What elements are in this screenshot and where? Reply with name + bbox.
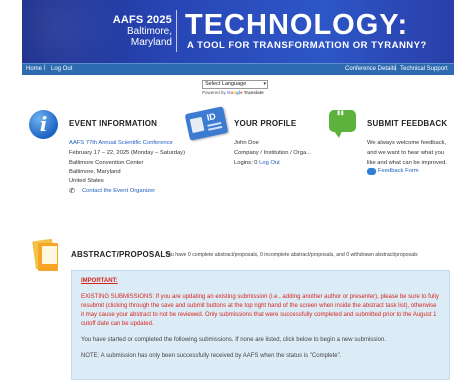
info-icon: i [29, 110, 58, 139]
quote-mark: " [336, 108, 345, 128]
nav-conference-details-link[interactable]: Conference Details [345, 66, 396, 72]
profile-title: YOUR PROFILE [234, 119, 297, 128]
important-heading: IMPORTANT: [81, 278, 118, 284]
banner-title: TECHNOLOGY: [185, 9, 409, 41]
chevron-down-icon: ▾ [263, 81, 266, 87]
banner-divider [176, 10, 177, 52]
language-select-value: Select Language [205, 81, 247, 87]
phone-icon: ✆ [69, 188, 75, 195]
profile-organization: Company / Institution / Orga... [234, 150, 312, 156]
banner-event-info: AAFS 2025 Baltimore, Maryland [82, 14, 172, 48]
feedback-line2: and we want to hear what you [367, 150, 445, 156]
translate-link[interactable]: Translate [244, 90, 264, 95]
id-card-icon: ID [184, 106, 229, 141]
google-logo-icon: Google [227, 90, 243, 95]
banner-city-line1: Baltimore, [126, 26, 172, 37]
contact-organizer-link[interactable]: Contact the Event Organizer [82, 187, 155, 197]
nav-logout-link[interactable]: Log Out [51, 66, 72, 72]
conference-banner: AAFS 2025 Baltimore, Maryland TECHNOLOGY… [22, 0, 454, 63]
event-info-title: EVENT INFORMATION [69, 119, 158, 128]
banner-subtitle: A TOOL FOR TRANSFORMATION OR TYRANNY? [187, 40, 427, 51]
nav-separator: | [395, 65, 397, 71]
id-card-label: ID [205, 111, 217, 123]
id-line [208, 125, 223, 131]
profile-logout-link[interactable]: Log Out [259, 160, 280, 166]
started-submissions-text: You have started or completed the follow… [81, 337, 386, 343]
banner-city-line2: Maryland [130, 37, 172, 48]
nav-separator: | [44, 65, 46, 71]
nav-technical-support-link[interactable]: Technical Support [400, 66, 448, 72]
existing-submissions-text: EXISTING SUBMISSIONS: If you are updatin… [81, 294, 439, 327]
id-photo [189, 116, 205, 134]
profile-name: John Doe [234, 140, 259, 146]
profile-logins-count: Logins: 0 [234, 160, 258, 166]
feedback-form-link[interactable]: Feedback Form [378, 167, 419, 177]
event-country: United States [69, 178, 104, 184]
google-translate-credit: Powered by Google Translate [202, 90, 264, 95]
profile-logins: Logins: 0 Log Out [234, 159, 280, 169]
submission-notice: IMPORTANT: EXISTING SUBMISSIONS: If you … [71, 270, 450, 380]
top-nav: Home | Log Out Conference Details | Tech… [22, 63, 454, 75]
chat-icon [367, 168, 376, 175]
nav-home-link[interactable]: Home [26, 66, 42, 72]
banner-year: AAFS 2025 [112, 14, 172, 26]
documents-folder-icon [30, 238, 60, 272]
feedback-line1: We always welcome feedback, [367, 140, 447, 146]
powered-by-label: Powered by [202, 90, 226, 95]
language-select[interactable]: Select Language ▾ [202, 80, 268, 89]
feedback-title: SUBMIT FEEDBACK [367, 119, 448, 128]
status-note-text: NOTE: A submission has only been success… [81, 353, 342, 359]
event-dates: February 17 – 22, 2025 (Monday – Saturda… [69, 150, 186, 156]
folder-paper [42, 246, 57, 264]
abstracts-title: ABSTRACT/PROPOSALS [71, 250, 172, 259]
feedback-bubble-icon: " [329, 108, 356, 138]
event-name-link[interactable]: AAFS 77th Annual Scientific Conference [69, 139, 173, 149]
abstracts-summary: You have 0 complete abstract/proposals, … [165, 252, 418, 258]
